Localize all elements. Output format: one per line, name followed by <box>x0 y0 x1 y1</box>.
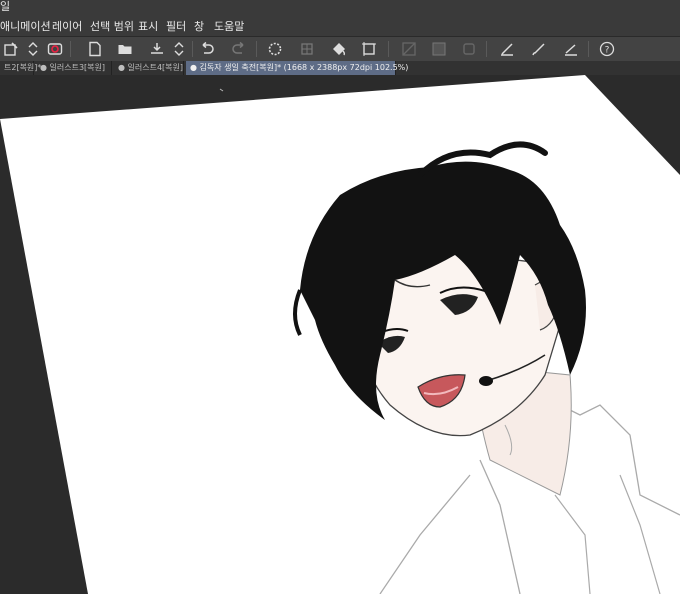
new-icon[interactable] <box>2 40 20 58</box>
camera-icon[interactable] <box>46 40 64 58</box>
toolbar-separator <box>256 41 257 57</box>
tab-label: 김독자 생일 축전[복원]* (1668 x 2388px 72dpi 102.… <box>199 63 409 72</box>
select-icon[interactable] <box>360 40 378 58</box>
fill-icon[interactable] <box>330 40 348 58</box>
microphone <box>479 376 493 386</box>
tab-birthday-active[interactable]: ● 김독자 생일 축전[복원]* (1668 x 2388px 72dpi 10… <box>186 61 408 75</box>
illustration <box>0 75 680 594</box>
spinner-icon[interactable] <box>24 40 42 58</box>
command-bar: ? <box>0 36 680 62</box>
toolbar-separator <box>70 41 71 57</box>
ruler-icon[interactable] <box>562 40 580 58</box>
tab-illust-2[interactable]: 트2[복원]* <box>0 61 41 75</box>
square-icon[interactable] <box>460 40 478 58</box>
tab-illust-4[interactable]: ● 일러스트4[복원] <box>114 61 184 75</box>
menu-bar: 애니메이션 레이어 선택 범위 표시 필터 창 도움말 <box>0 14 680 36</box>
tab-label: 일러스트4[복원] <box>127 63 184 72</box>
toolbar-separator <box>192 41 193 57</box>
menu-help[interactable]: 도움말 <box>214 18 244 34</box>
spinner-icon-2[interactable] <box>170 40 188 58</box>
brush-icon[interactable] <box>530 40 548 58</box>
transform-icon[interactable] <box>298 40 316 58</box>
redo-icon[interactable] <box>230 40 248 58</box>
new-file-icon[interactable] <box>86 40 104 58</box>
toolbar-separator <box>588 41 589 57</box>
fill-selection-icon[interactable] <box>430 40 448 58</box>
loading-icon[interactable] <box>266 40 284 58</box>
toolbar-separator <box>486 41 487 57</box>
pen-icon[interactable] <box>498 40 516 58</box>
drawing-canvas[interactable] <box>0 75 680 594</box>
undo-icon[interactable] <box>198 40 216 58</box>
menu-view[interactable]: 표시 <box>138 18 158 34</box>
menu-animation[interactable]: 애니메이션 <box>0 18 51 34</box>
save-icon[interactable] <box>148 40 166 58</box>
help-icon[interactable]: ? <box>598 40 616 58</box>
open-folder-icon[interactable] <box>116 40 134 58</box>
menu-selection[interactable]: 선택 범위 <box>90 18 134 34</box>
menu-layer[interactable]: 레이어 <box>52 18 82 34</box>
document-tabs: 트2[복원]* ● 일러스트3[복원] ● 일러스트4[복원] ● 김독자 생일… <box>0 61 680 75</box>
menu-window[interactable]: 창 <box>194 18 204 34</box>
title-bar: 일 <box>0 0 680 14</box>
tab-label: 일러스트3[복원] <box>49 63 106 72</box>
menu-filter[interactable]: 필터 <box>166 18 186 34</box>
svg-text:?: ? <box>605 46 610 56</box>
toolbar-separator <box>388 41 389 57</box>
tab-illust-3[interactable]: ● 일러스트3[복원] <box>36 61 112 75</box>
window-title: 일 <box>0 0 11 13</box>
clear-icon[interactable] <box>400 40 418 58</box>
